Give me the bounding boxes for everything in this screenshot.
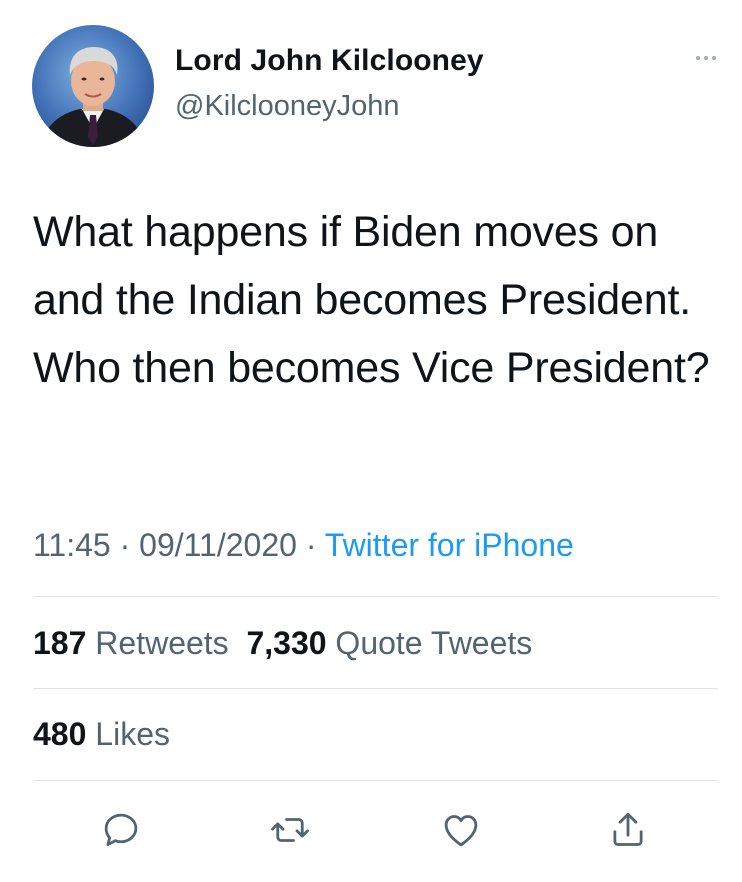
quote-tweets-count: 7,330 [246,625,327,661]
share-icon [613,812,643,846]
retweets-count: 187 [33,625,87,661]
more-dot [704,56,708,60]
quote-tweets-label: Quote Tweets [335,625,533,661]
retweet-button[interactable] [266,806,314,854]
tweet-text: What happens if Biden moves on and the I… [33,208,710,392]
likes-stat[interactable]: 480 Likes [33,716,170,752]
tweet-time[interactable]: 11:45 [33,527,111,563]
meta-separator: · [110,527,140,563]
tweet-date[interactable]: 09/11/2020 [139,527,297,563]
divider [33,688,718,689]
retweets-label: Retweets [95,625,229,661]
more-dot [712,56,716,60]
divider [33,780,718,781]
author-name[interactable]: Lord John Kilclooney [175,44,484,78]
avatar-portrait [40,47,146,147]
avatar[interactable] [32,25,154,147]
author-handle[interactable]: @KilclooneyJohn [175,90,400,123]
tweet-source-link[interactable]: Twitter for iPhone [325,527,574,563]
share-button[interactable] [604,806,652,854]
more-horizontal-icon [696,56,700,60]
reply-icon [104,813,138,847]
tweet-actions-bar [0,800,742,860]
likes-label: Likes [95,716,170,752]
likes-count: 480 [33,716,87,752]
divider [33,596,718,597]
more-options-button[interactable] [672,48,716,68]
retweets-stat[interactable]: 187 Retweets [33,625,229,661]
quote-tweets-stat[interactable]: 7,330 Quote Tweets [246,625,532,661]
meta-separator: · [296,527,325,563]
likes-stats-row: 480 Likes [33,716,170,753]
retweet-stats-row: 187 Retweets 7,330 Quote Tweets [33,625,532,662]
heart-icon [444,815,478,847]
tweet-meta: 11:45 · 09/11/2020 · Twitter for iPhone [33,527,574,564]
retweet-icon [271,818,309,842]
tweet-header: Lord John Kilclooney @KilclooneyJohn [0,0,742,170]
reply-button[interactable] [97,806,145,854]
like-button[interactable] [437,806,485,854]
